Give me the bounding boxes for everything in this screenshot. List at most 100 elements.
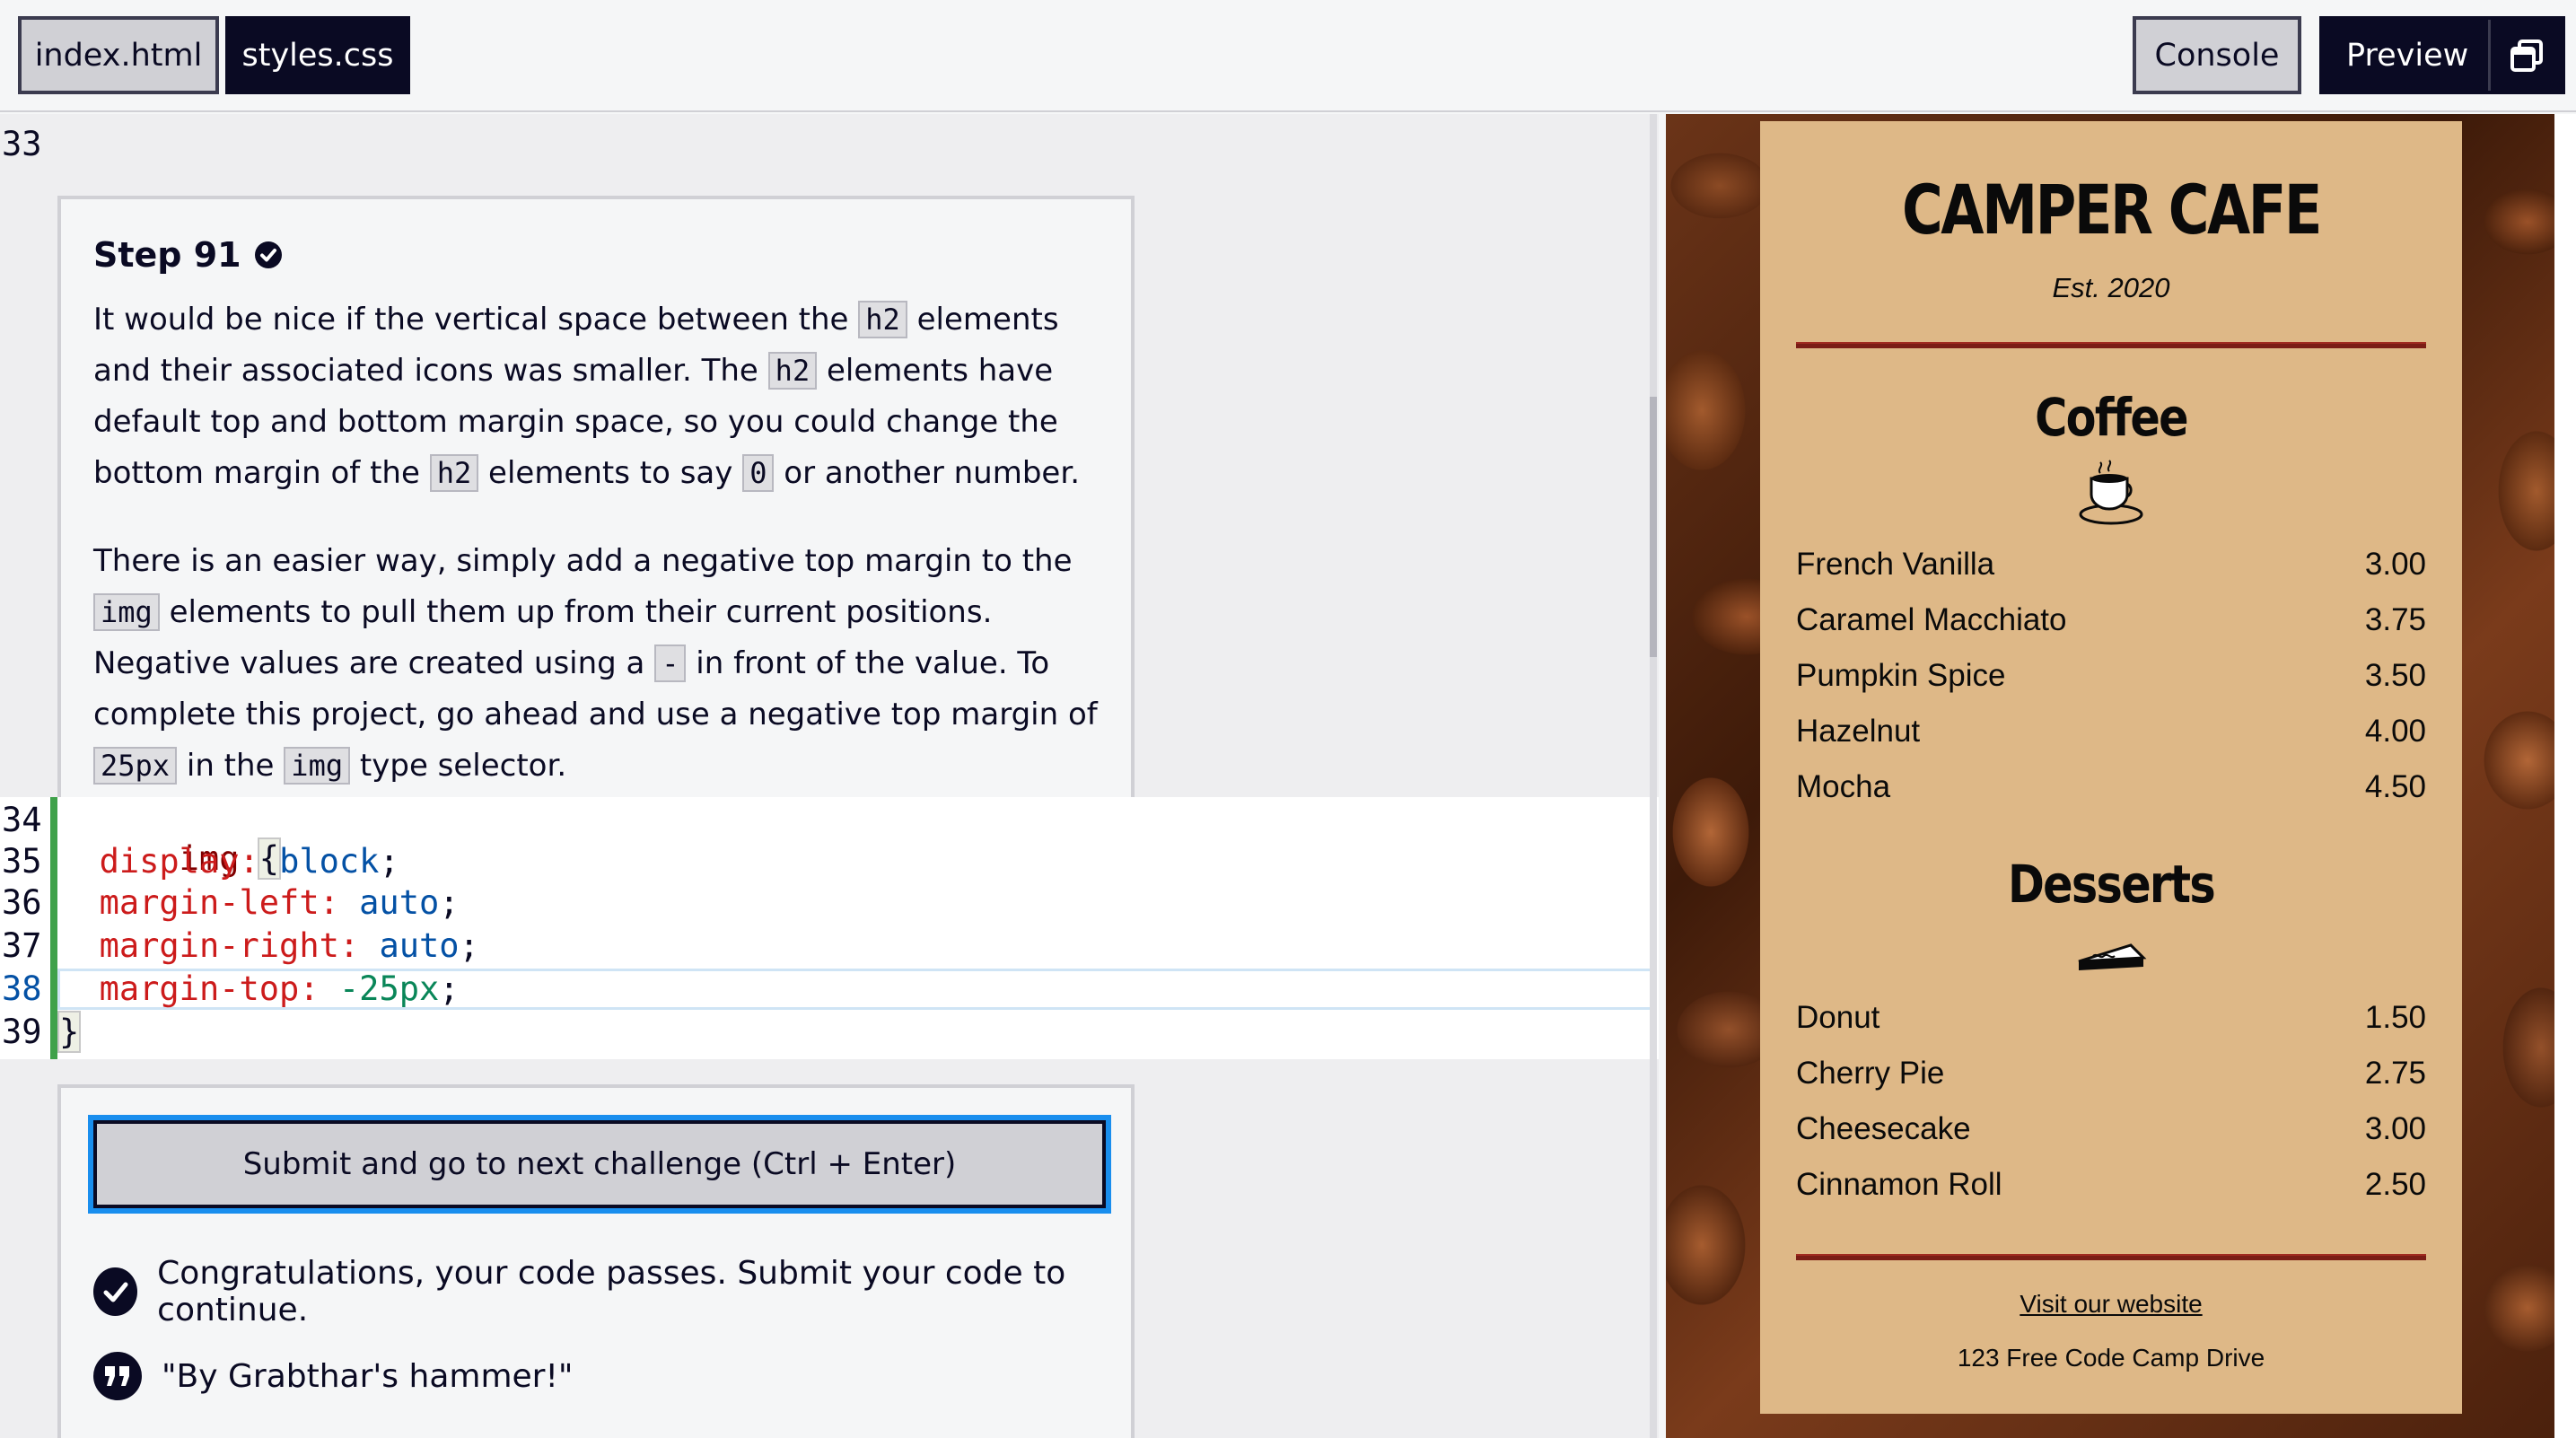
inline-code: h2: [858, 301, 907, 338]
submit-button[interactable]: Submit and go to next challenge (Ctrl + …: [88, 1115, 1111, 1214]
inline-code: h2: [767, 352, 818, 390]
code-line[interactable]: display: block;: [59, 842, 399, 881]
text-span: There is an easier way, simply add a neg…: [93, 543, 1073, 579]
menu-item: Donut 1.50: [1796, 1000, 2426, 1036]
editable-region-marker: [50, 797, 57, 1059]
line-number: 36: [2, 883, 42, 922]
css-value: -25px: [338, 969, 440, 1008]
editor-scrollbar[interactable]: [1650, 114, 1657, 1438]
menu-item: French Vanilla 3.00: [1796, 547, 2426, 583]
line-number: 39: [2, 1013, 42, 1051]
established-text: Est. 2020: [2052, 272, 2170, 303]
step-title-text: Step 91: [93, 235, 241, 275]
editor-scrollbar-thumb[interactable]: [1650, 397, 1657, 657]
item-name: Cherry Pie: [1796, 1056, 1945, 1091]
css-value: auto: [379, 926, 460, 965]
line-number: 33: [2, 125, 42, 163]
item-price: 1.50: [2364, 1000, 2426, 1035]
cafe-title: CAMPER CAFE: [1902, 170, 2322, 250]
description-paragraph: It would be nice if the vertical space b…: [93, 294, 1099, 499]
preview-button-label: Preview: [2346, 37, 2469, 74]
inline-code: img: [284, 747, 351, 785]
menu-item: Cinnamon Roll 2.50: [1796, 1167, 2426, 1203]
pie-slice-icon: [2078, 943, 2147, 970]
line-number: 34: [2, 801, 42, 839]
text-span: elements to say: [488, 455, 733, 491]
quote-message: "By Grabthar's hammer!": [93, 1352, 573, 1400]
item-name: Pumpkin Spice: [1796, 658, 2006, 693]
item-name: Cheesecake: [1796, 1111, 1971, 1146]
item-price: 2.75: [2364, 1056, 2426, 1091]
divider: [1796, 342, 2426, 348]
item-name: French Vanilla: [1796, 547, 1995, 582]
line-number: 35: [2, 842, 42, 881]
website-link[interactable]: Visit our website: [1760, 1290, 2462, 1319]
step-description-card: Step 91 It would be nice if the vertical…: [57, 196, 1135, 884]
semicolon: ;: [379, 842, 399, 881]
popout-icon[interactable]: [2488, 20, 2562, 91]
code-line[interactable]: margin-right: auto;: [59, 926, 479, 965]
text-span: type selector.: [359, 748, 567, 784]
line-number: 38: [2, 969, 42, 1008]
test-results-card: Submit and go to next challenge (Ctrl + …: [57, 1084, 1135, 1438]
success-message: Congratulations, your code passes. Submi…: [93, 1255, 1131, 1328]
css-value: auto: [359, 883, 440, 922]
item-price: 4.00: [2364, 714, 2426, 749]
quote-icon: [93, 1352, 142, 1400]
editor-tab-bar: index.html styles.css Console Preview: [0, 0, 2576, 112]
code-line[interactable]: }: [57, 1011, 82, 1053]
check-circle-icon: [93, 1267, 138, 1316]
console-button[interactable]: Console: [2133, 16, 2301, 94]
preview-scrollbar[interactable]: [2554, 114, 2576, 1438]
text-span: in the: [186, 748, 275, 784]
tab-styles-css[interactable]: styles.css: [225, 16, 410, 94]
menu-item: Caramel Macchiato 3.75: [1796, 602, 2426, 638]
code-line[interactable]: margin-left: auto;: [59, 883, 460, 922]
menu-item: Hazelnut 4.00: [1796, 714, 2426, 750]
desserts-heading: Desserts: [2007, 854, 2216, 915]
quote-text: "By Grabthar's hammer!": [162, 1357, 574, 1395]
preview-pane: CAMPER CAFE Est. 2020 Coffee French Vani…: [1666, 114, 2576, 1438]
tab-index-html[interactable]: index.html: [18, 16, 219, 94]
css-property: margin-top:: [99, 969, 320, 1008]
inline-code: 0: [742, 454, 775, 492]
item-price: 4.50: [2364, 769, 2426, 804]
semicolon: ;: [459, 926, 479, 965]
inline-code: 25px: [93, 747, 178, 785]
semicolon: ;: [439, 969, 460, 1008]
item-name: Donut: [1796, 1000, 1880, 1035]
check-circle-icon: [254, 241, 282, 268]
divider: [1796, 1254, 2426, 1260]
item-name: Hazelnut: [1796, 714, 1921, 749]
item-price: 3.00: [2364, 547, 2426, 582]
item-name: Caramel Macchiato: [1796, 602, 2067, 637]
item-price: 2.50: [2364, 1167, 2426, 1202]
menu-item: Cheesecake 3.00: [1796, 1111, 2426, 1147]
line-number: 37: [2, 926, 42, 965]
address-text: 123 Free Code Camp Drive: [1957, 1344, 2265, 1372]
code-editor-pane: 33 Step 91 It would be nice if the verti…: [0, 114, 1659, 1438]
css-value: block: [279, 842, 380, 881]
text-span: It would be nice if the vertical space b…: [93, 302, 849, 338]
cafe-menu: CAMPER CAFE Est. 2020 Coffee French Vani…: [1760, 121, 2462, 1414]
coffee-heading: Coffee: [2035, 387, 2188, 448]
item-price: 3.50: [2364, 658, 2426, 693]
css-property: margin-right:: [99, 926, 360, 965]
menu-item: Cherry Pie 2.75: [1796, 1056, 2426, 1092]
step-title: Step 91: [93, 235, 1099, 275]
semicolon: ;: [439, 883, 460, 922]
inline-code: img: [93, 593, 160, 631]
inline-code: -: [654, 644, 687, 682]
item-price: 3.75: [2364, 602, 2426, 637]
item-name: Cinnamon Roll: [1796, 1167, 2002, 1202]
preview-button[interactable]: Preview: [2319, 16, 2565, 94]
inline-code: h2: [429, 454, 479, 492]
menu-item: Mocha 4.50: [1796, 769, 2426, 805]
code-line[interactable]: margin-top: -25px;: [59, 969, 460, 1008]
success-message-text: Congratulations, your code passes. Submi…: [157, 1255, 1066, 1328]
text-span: or another number.: [784, 455, 1081, 491]
menu-item: Pumpkin Spice 3.50: [1796, 658, 2426, 694]
css-property: margin-left:: [99, 883, 339, 922]
close-brace: }: [57, 1011, 82, 1053]
item-price: 3.00: [2364, 1111, 2426, 1146]
